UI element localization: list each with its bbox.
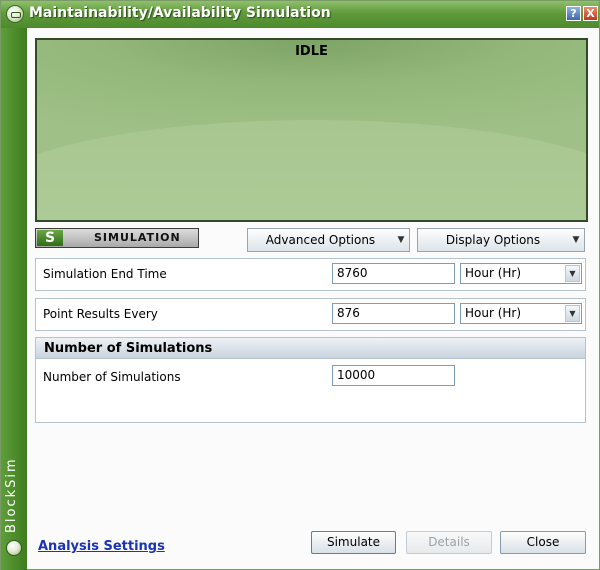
blocksim-logo-icon: [6, 540, 22, 556]
analysis-settings-link[interactable]: Analysis Settings: [38, 539, 165, 554]
details-button[interactable]: Details: [406, 531, 492, 554]
number-of-simulations-input[interactable]: 10000: [332, 365, 455, 386]
window-title: Maintainability/Availability Simulation: [29, 5, 331, 21]
dropdown-arrow-icon[interactable]: ▼: [565, 265, 580, 282]
end-time-label: Simulation End Time: [43, 267, 167, 281]
point-results-input[interactable]: 876: [332, 303, 455, 324]
point-results-unit-value: Hour (Hr): [465, 306, 522, 320]
brand-text: BlockSim: [4, 457, 19, 533]
simulation-display: IDLE: [35, 38, 588, 222]
display-gloss: [37, 120, 586, 220]
display-options-label: Display Options: [445, 233, 541, 247]
blocksim-app-icon: [6, 5, 24, 23]
help-button[interactable]: ?: [566, 6, 581, 21]
simulation-badge-label: Simulation: [94, 231, 181, 244]
end-time-panel: Simulation End Time 8760 Hour (Hr) ▼: [35, 258, 586, 291]
display-options-button[interactable]: Display Options ▼: [417, 228, 585, 252]
dropdown-arrow-icon[interactable]: ▼: [565, 305, 580, 322]
point-results-label: Point Results Every: [43, 307, 158, 321]
simulation-badge: S Simulation: [35, 228, 199, 248]
simulation-window: Maintainability/Availability Simulation …: [0, 0, 600, 570]
number-of-simulations-label: Number of Simulations: [43, 370, 181, 384]
advanced-options-label: Advanced Options: [265, 233, 376, 247]
end-time-input[interactable]: 8760: [332, 263, 455, 284]
brand-sidebar: BlockSim: [1, 28, 27, 570]
chevron-down-icon: ▼: [572, 235, 580, 245]
title-bar: Maintainability/Availability Simulation …: [1, 1, 599, 28]
number-of-simulations-panel: Number of Simulations Number of Simulati…: [35, 337, 586, 423]
simulate-button[interactable]: Simulate: [311, 531, 396, 554]
number-of-simulations-title: Number of Simulations: [44, 341, 213, 356]
end-time-unit-select[interactable]: Hour (Hr) ▼: [460, 263, 582, 284]
end-time-unit-value: Hour (Hr): [465, 266, 522, 280]
close-window-button[interactable]: X: [583, 6, 598, 21]
chevron-down-icon: ▼: [397, 235, 405, 245]
point-results-panel: Point Results Every 876 Hour (Hr) ▼: [35, 298, 586, 331]
simulation-s-icon: S: [37, 230, 63, 246]
advanced-options-button[interactable]: Advanced Options ▼: [247, 228, 410, 252]
simulation-status: IDLE: [295, 44, 328, 59]
close-button[interactable]: Close: [500, 531, 586, 554]
point-results-unit-select[interactable]: Hour (Hr) ▼: [460, 303, 582, 324]
number-of-simulations-header: Number of Simulations: [36, 338, 585, 359]
